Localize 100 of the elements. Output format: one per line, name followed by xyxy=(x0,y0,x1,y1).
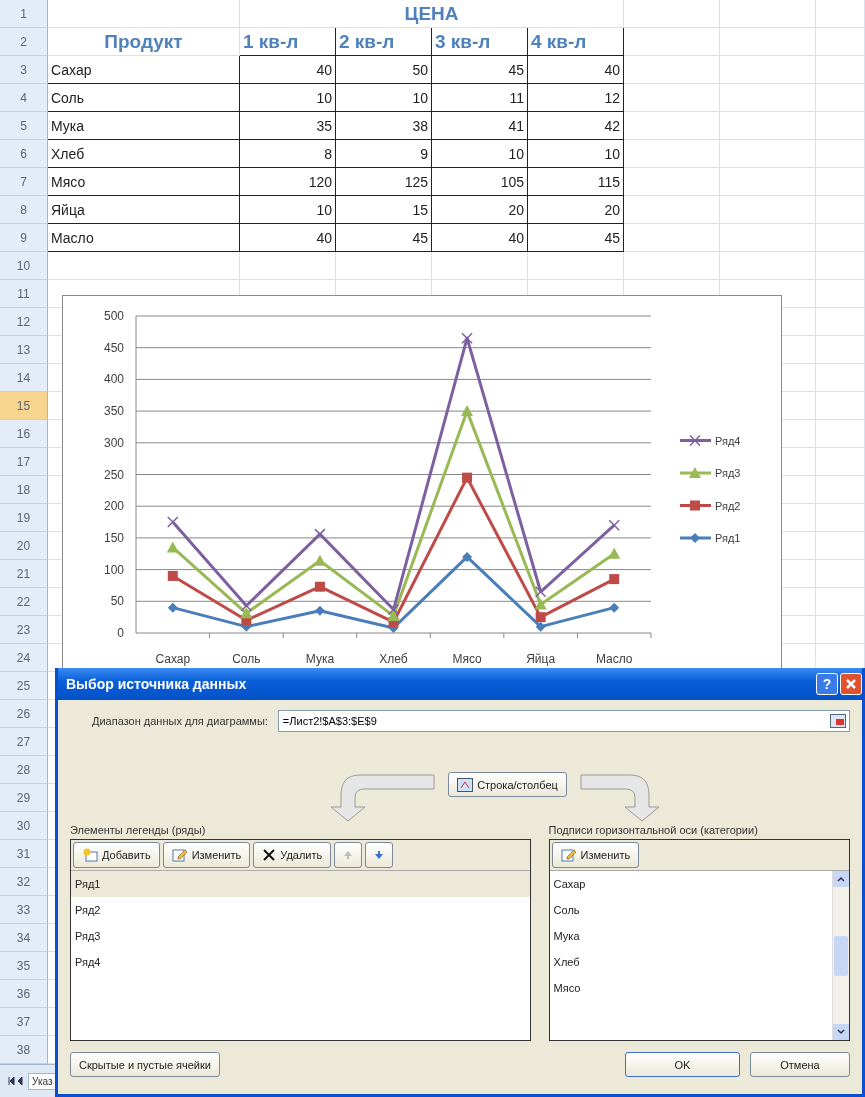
scroll-down-button[interactable] xyxy=(833,1024,849,1040)
row-header[interactable]: 29 xyxy=(0,784,48,812)
empty-cell xyxy=(816,196,865,224)
row-header[interactable]: 36 xyxy=(0,980,48,1008)
row-header[interactable]: 4 xyxy=(0,84,48,112)
row-header[interactable]: 10 xyxy=(0,252,48,280)
data-point-marker xyxy=(313,554,326,566)
category-list-item[interactable]: Мука xyxy=(549,923,832,949)
table-cell: 45 xyxy=(432,56,528,84)
row-header[interactable]: 19 xyxy=(0,504,48,532)
row-header[interactable]: 27 xyxy=(0,728,48,756)
legend-label: Ряд3 xyxy=(715,467,741,479)
row-header[interactable]: 16 xyxy=(0,420,48,448)
row-header[interactable]: 32 xyxy=(0,868,48,896)
scrollbar-thumb[interactable] xyxy=(834,935,848,976)
table-cell: 9 xyxy=(336,140,432,168)
data-point-marker xyxy=(534,598,547,610)
table-cell: Мясо xyxy=(48,168,240,196)
row-header[interactable]: 38 xyxy=(0,1036,48,1064)
row-header[interactable]: 13 xyxy=(0,336,48,364)
table-cell: 12 xyxy=(528,84,624,112)
y-axis-label: 450 xyxy=(103,340,124,355)
row-header[interactable]: 9 xyxy=(0,224,48,252)
table-cell: 10 xyxy=(240,84,336,112)
table-cell: 40 xyxy=(432,224,528,252)
row-header[interactable]: 35 xyxy=(0,952,48,980)
category-list-item[interactable]: Хлеб xyxy=(549,949,832,975)
help-button[interactable]: ? xyxy=(816,673,838,695)
series-list-item[interactable]: Ряд1 xyxy=(71,871,530,897)
data-point-marker xyxy=(535,612,546,623)
scroll-up-icon xyxy=(837,876,845,882)
row-header[interactable]: 3 xyxy=(0,56,48,84)
range-input-field[interactable]: =Лист2!$A$3:$E$9 xyxy=(277,710,850,732)
empty-cell xyxy=(816,308,865,336)
x-axis-label: Хлеб xyxy=(379,652,408,666)
row-header[interactable]: 2 xyxy=(0,28,48,56)
series-list-item[interactable]: Ряд3 xyxy=(71,923,530,949)
row-header[interactable]: 14 xyxy=(0,364,48,392)
switch-row-column-button[interactable]: Строка/столбец xyxy=(448,772,567,797)
y-axis-label: 350 xyxy=(103,404,124,419)
row-header[interactable]: 22 xyxy=(0,588,48,616)
row-header[interactable]: 24 xyxy=(0,644,48,672)
row-header[interactable]: 15 xyxy=(0,392,48,420)
toolbar-button[interactable]: Изменить xyxy=(551,842,640,868)
empty-cell xyxy=(816,336,865,364)
category-list-item[interactable]: Сахар xyxy=(549,871,832,897)
table-cell: 20 xyxy=(432,196,528,224)
sheet-tab[interactable]: Указ xyxy=(28,1072,57,1090)
y-axis-label: 50 xyxy=(110,594,124,609)
ok-button[interactable]: OK xyxy=(625,1052,740,1077)
row-header[interactable]: 18 xyxy=(0,476,48,504)
row-header[interactable]: 26 xyxy=(0,700,48,728)
row-header[interactable]: 6 xyxy=(0,140,48,168)
table-cell: 125 xyxy=(336,168,432,196)
close-button[interactable] xyxy=(840,673,862,695)
toolbar-button[interactable]: Добавить xyxy=(73,842,160,868)
add-icon xyxy=(82,848,98,862)
row-header[interactable]: 17 xyxy=(0,448,48,476)
empty-cell xyxy=(816,560,865,588)
row-header[interactable]: 8 xyxy=(0,196,48,224)
series-list-item[interactable]: Ряд2 xyxy=(71,897,530,923)
sheet-nav-icon[interactable] xyxy=(8,1076,24,1086)
row-header[interactable]: 34 xyxy=(0,924,48,952)
category-list-item[interactable]: Соль xyxy=(549,897,832,923)
scroll-up-button[interactable] xyxy=(833,871,849,887)
row-header[interactable]: 25 xyxy=(0,672,48,700)
table-cell: Сахар xyxy=(48,56,240,84)
range-select-icon[interactable] xyxy=(830,714,846,728)
row-header[interactable]: 20 xyxy=(0,532,48,560)
row-header[interactable]: 28 xyxy=(0,756,48,784)
toolbar-button[interactable]: Изменить xyxy=(162,842,251,868)
row-header[interactable]: 11 xyxy=(0,280,48,308)
row-header[interactable]: 21 xyxy=(0,560,48,588)
data-point-marker xyxy=(387,609,400,621)
move-up-button[interactable] xyxy=(334,842,363,868)
row-header[interactable]: 33 xyxy=(0,896,48,924)
series-list-item[interactable]: Ряд4 xyxy=(71,949,530,975)
row-header[interactable]: 23 xyxy=(0,616,48,644)
row-header[interactable]: 1 xyxy=(0,0,48,28)
hidden-cells-button[interactable]: Скрытые и пустые ячейки xyxy=(70,1052,220,1077)
row-header[interactable]: 5 xyxy=(0,112,48,140)
row-header[interactable]: 30 xyxy=(0,812,48,840)
legend-label: Ряд4 xyxy=(715,434,741,447)
row-header[interactable]: 31 xyxy=(0,840,48,868)
category-list-item[interactable]: Мясо xyxy=(549,975,832,1001)
row-header[interactable]: 37 xyxy=(0,1008,48,1036)
empty-cell xyxy=(816,112,865,140)
scrollbar[interactable] xyxy=(832,871,849,1040)
toolbar-button[interactable]: Удалить xyxy=(253,842,332,868)
empty-cell xyxy=(816,476,865,504)
column-header: 1 кв-л xyxy=(240,28,336,56)
row-header[interactable]: 12 xyxy=(0,308,48,336)
switch-icon xyxy=(457,777,474,792)
table-cell: 15 xyxy=(336,196,432,224)
cancel-button[interactable]: Отмена xyxy=(750,1052,850,1077)
empty-cell xyxy=(816,392,865,420)
row-header[interactable]: 7 xyxy=(0,168,48,196)
empty-cell xyxy=(816,140,865,168)
table-cell: 45 xyxy=(336,224,432,252)
move-down-button[interactable] xyxy=(365,842,394,868)
